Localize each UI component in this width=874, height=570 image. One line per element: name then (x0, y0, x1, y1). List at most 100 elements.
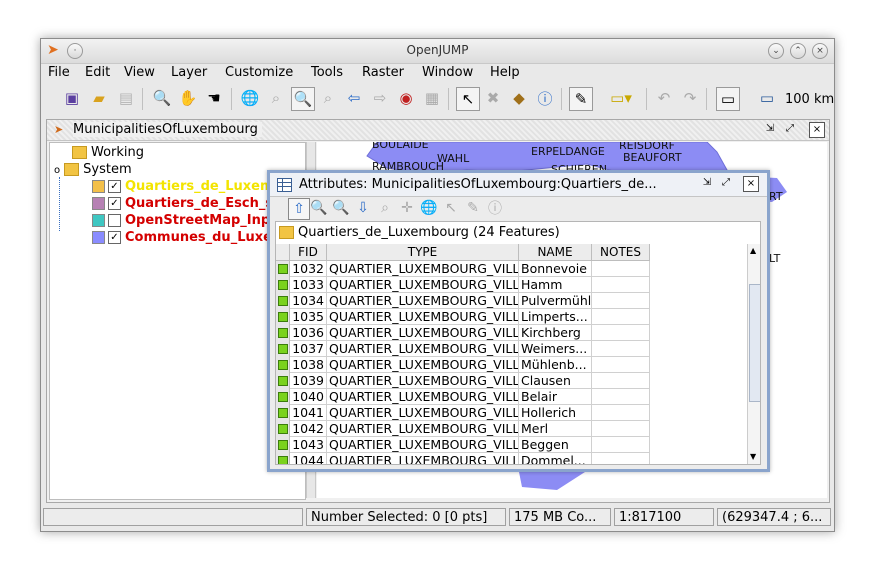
zoom-layer-icon[interactable]: ⌕ (317, 87, 339, 109)
edit-pen-icon[interactable]: ✎ (463, 198, 483, 218)
cell-notes[interactable] (592, 325, 650, 341)
tree-expand-icon[interactable]: o (54, 165, 60, 176)
zoom-to-next-icon[interactable]: 🔍 (331, 198, 351, 218)
row-selector[interactable] (276, 389, 290, 406)
scale-palette-icon[interactable]: ◉ (395, 87, 417, 109)
row-selector[interactable] (276, 325, 290, 342)
menu-file[interactable]: File (48, 65, 70, 80)
cell-type[interactable]: QUARTIER_LUXEMBOURG_VILLE (327, 405, 519, 421)
layer-item-communes[interactable]: ✓ Communes_du_Luxer (92, 230, 278, 247)
zoom-to-first-icon[interactable]: 🔍 (309, 198, 329, 218)
cell-fid[interactable]: 1035 (290, 309, 327, 325)
zoom-next-icon[interactable]: ⇨ (369, 87, 391, 109)
cell-name[interactable]: Dommel... (519, 453, 592, 464)
table-vertical-scrollbar[interactable]: ▲ ▼ (747, 244, 760, 464)
zoom-full-extent-icon[interactable]: 🌐 (239, 87, 261, 109)
attributes-table[interactable]: FID TYPE NAME NOTES ▲ ▼ 1032 QUARTIER_LUX… (276, 244, 760, 464)
row-selector[interactable] (276, 421, 290, 438)
row-selector[interactable] (276, 437, 290, 454)
cell-fid[interactable]: 1033 (290, 277, 327, 293)
cell-fid[interactable]: 1041 (290, 405, 327, 421)
cell-type[interactable]: QUARTIER_LUXEMBOURG_VILLE (327, 325, 519, 341)
layer-item-openstreetmap[interactable]: OpenStreetMap_Inp (92, 213, 270, 230)
maximize-button[interactable]: ⌃ (790, 43, 806, 59)
cell-notes[interactable] (592, 309, 650, 325)
cell-type[interactable]: QUARTIER_LUXEMBOURG_VILLE (327, 421, 519, 437)
menu-raster[interactable]: Raster (362, 65, 404, 80)
zoom-selected-icon[interactable]: ⌕ (265, 87, 287, 109)
cell-notes[interactable] (592, 453, 650, 464)
scrollbar-thumb[interactable] (749, 284, 760, 402)
layer-visibility-checkbox[interactable]: ✓ (108, 197, 121, 210)
cell-notes[interactable] (592, 389, 650, 405)
row-selector[interactable] (276, 309, 290, 326)
cell-notes[interactable] (592, 421, 650, 437)
menu-customize[interactable]: Customize (225, 65, 293, 80)
cell-name[interactable]: Hollerich (519, 405, 592, 421)
cell-name[interactable]: Beggen (519, 437, 592, 453)
layer-visibility-checkbox[interactable]: ✓ (108, 231, 121, 244)
cell-type[interactable]: QUARTIER_LUXEMBOURG_VILLE (327, 309, 519, 325)
minimize-button[interactable]: ⌄ (768, 43, 784, 59)
info-icon[interactable]: ⓘ (485, 198, 505, 218)
scale-dropdown-icon[interactable]: ▭ (756, 87, 778, 109)
cell-type[interactable]: QUARTIER_LUXEMBOURG_VILLE (327, 389, 519, 405)
cell-name[interactable]: Hamm (519, 277, 592, 293)
cell-fid[interactable]: 1039 (290, 373, 327, 389)
column-header-type[interactable]: TYPE (327, 244, 519, 261)
cell-name[interactable]: Belair (519, 389, 592, 405)
cell-type[interactable]: QUARTIER_LUXEMBOURG_VILLE (327, 293, 519, 309)
pan-hand-icon[interactable]: ✋ (177, 87, 199, 109)
scroll-up-icon[interactable]: ▲ (750, 246, 756, 255)
cell-fid[interactable]: 1038 (290, 357, 327, 373)
cell-name[interactable]: Bonnevoie (519, 261, 592, 277)
save-icon[interactable]: ▤ (115, 87, 137, 109)
info-icon[interactable]: ⓘ (534, 87, 556, 109)
measure-ruler-icon[interactable]: ▭▾ (603, 87, 639, 109)
zoom-to-fence-icon[interactable]: 🔍 (291, 87, 315, 111)
minimize-frame-icon[interactable]: ⇲ (763, 122, 777, 136)
row-selector[interactable] (276, 341, 290, 358)
cell-fid[interactable]: 1034 (290, 293, 327, 309)
cell-name[interactable]: Kirchberg (519, 325, 592, 341)
zoom-icon[interactable]: 🔍 (151, 87, 173, 109)
minimize-attributes-icon[interactable]: ⇲ (700, 176, 714, 190)
row-selector[interactable] (276, 357, 290, 374)
cell-type[interactable]: QUARTIER_LUXEMBOURG_VILLE (327, 437, 519, 453)
row-selector[interactable] (276, 405, 290, 422)
undo-icon[interactable]: ↶ (653, 87, 675, 109)
zoom-selected-icon[interactable]: ⌕ (375, 198, 395, 218)
maximize-frame-icon[interactable]: ⤢ (783, 122, 797, 136)
row-selector[interactable] (276, 373, 290, 390)
zoom-full-icon[interactable]: 🌐 (419, 198, 439, 218)
layer-item-quartiers-esch[interactable]: ✓ Quartiers_de_Esch_s (92, 196, 273, 213)
move-up-icon[interactable]: ⇧ (288, 198, 310, 220)
cell-type[interactable]: QUARTIER_LUXEMBOURG_VILLE (327, 261, 519, 277)
row-selector[interactable] (276, 453, 290, 464)
menu-tools[interactable]: Tools (311, 65, 343, 80)
row-selector[interactable] (276, 277, 290, 294)
close-attributes-icon[interactable]: × (743, 176, 759, 192)
redo-icon[interactable]: ↷ (679, 87, 701, 109)
select-arrow-icon[interactable]: ↖ (456, 87, 480, 111)
menu-view[interactable]: View (124, 65, 155, 80)
scroll-down-icon[interactable]: ▼ (750, 452, 756, 461)
cell-notes[interactable] (592, 277, 650, 293)
cell-type[interactable]: QUARTIER_LUXEMBOURG_VILLE (327, 373, 519, 389)
category-working[interactable]: Working (72, 145, 144, 162)
pan-to-icon[interactable]: ✛ (397, 198, 417, 218)
zoom-realtime-icon[interactable]: ☚ (203, 87, 225, 109)
layer-visibility-checkbox[interactable]: ✓ (108, 180, 121, 193)
zoom-previous-icon[interactable]: ⇦ (343, 87, 365, 109)
grid-icon[interactable]: ▦ (421, 87, 443, 109)
cell-notes[interactable] (592, 357, 650, 373)
edit-toolbox-icon[interactable]: ✎ (569, 87, 593, 111)
cell-fid[interactable]: 1044 (290, 453, 327, 464)
close-button[interactable]: × (812, 43, 828, 59)
row-selector[interactable] (276, 261, 290, 278)
cell-notes[interactable] (592, 405, 650, 421)
cell-name[interactable]: Mühlenb... (519, 357, 592, 373)
cell-notes[interactable] (592, 341, 650, 357)
cell-type[interactable]: QUARTIER_LUXEMBOURG_VILLE (327, 341, 519, 357)
menu-help[interactable]: Help (490, 65, 520, 80)
